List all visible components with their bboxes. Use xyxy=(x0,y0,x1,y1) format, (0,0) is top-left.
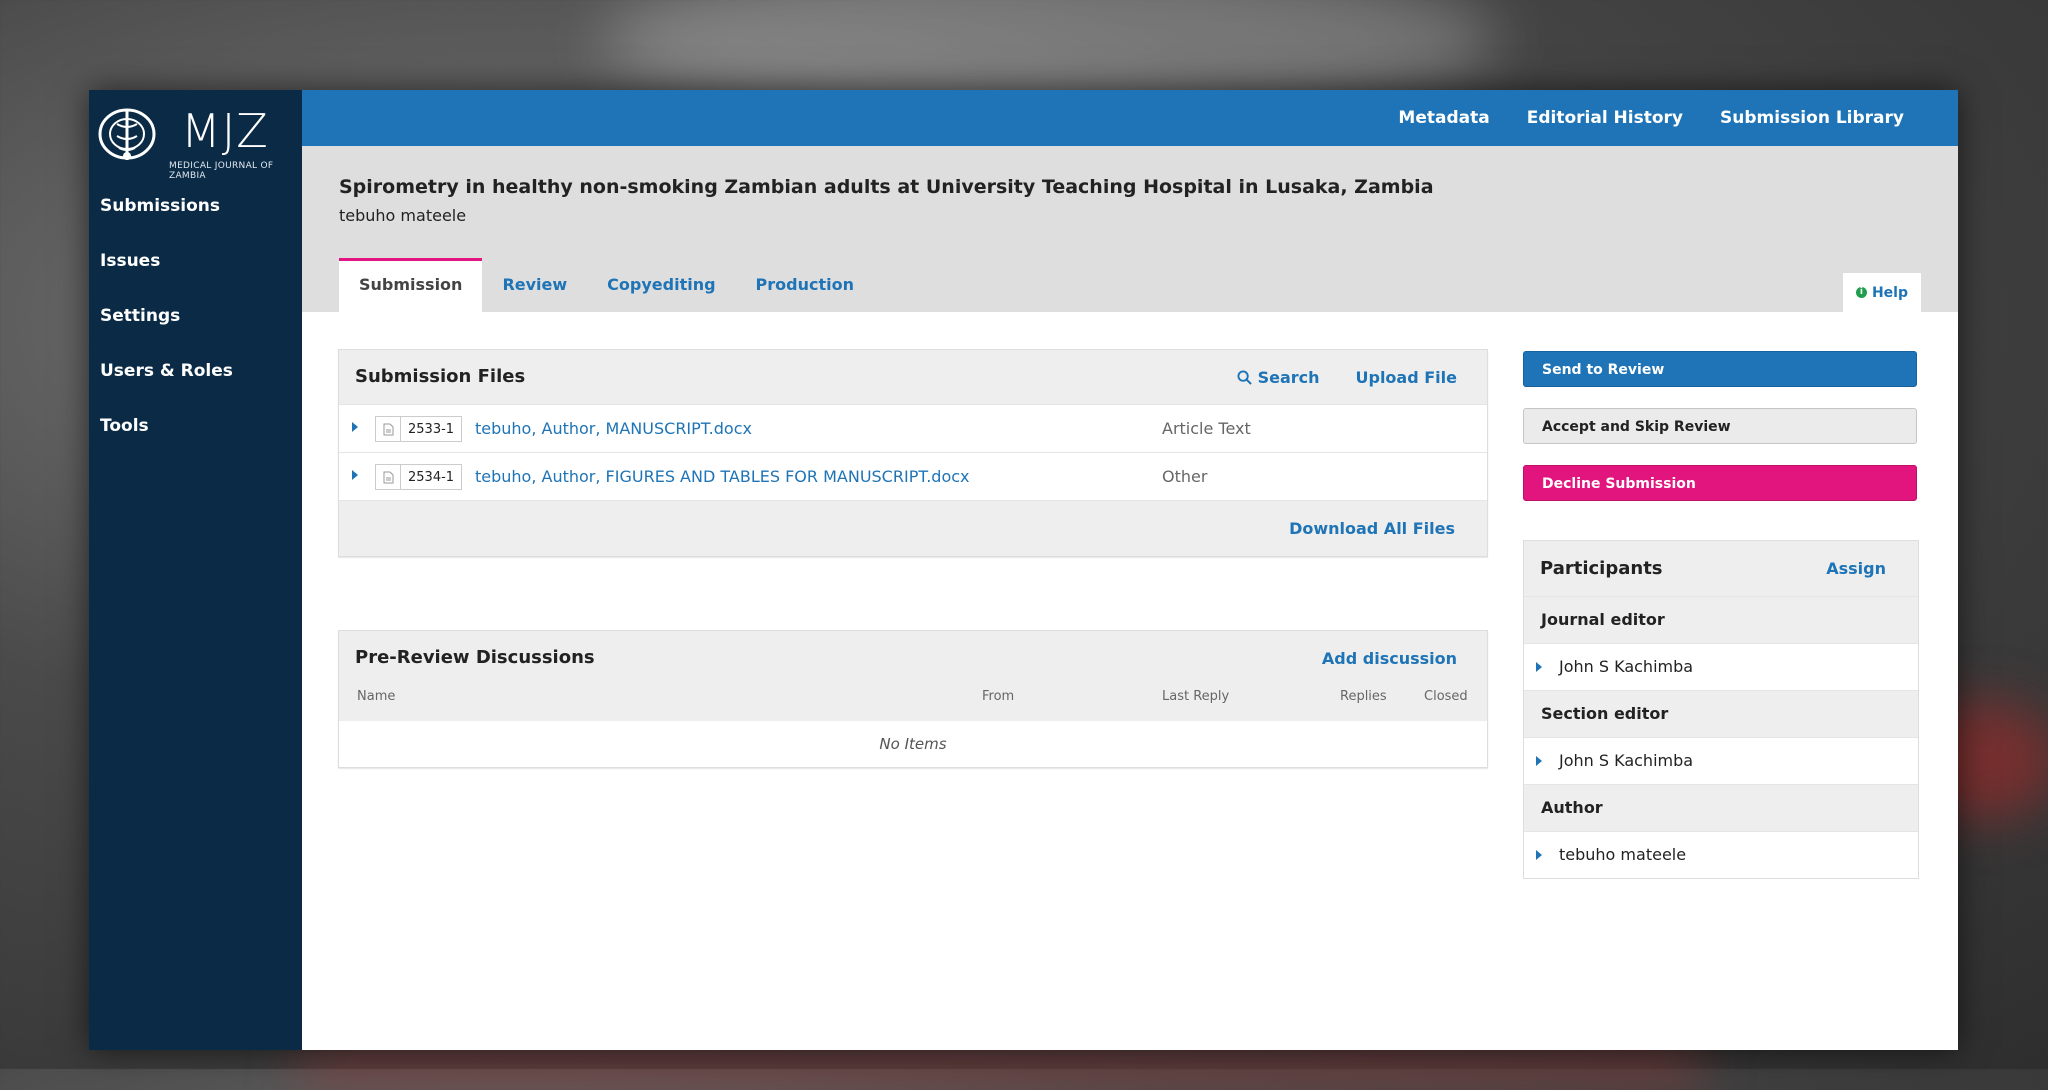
submission-author: tebuho mateele xyxy=(339,206,467,225)
column-header-replies: Replies xyxy=(1340,689,1387,704)
workflow-tabs: Submission Review Copyediting Production xyxy=(339,258,874,312)
panel-footer: Download All Files xyxy=(339,500,1487,556)
column-header-name: Name xyxy=(357,689,396,704)
participants-panel: Participants Assign Journal editor John … xyxy=(1523,540,1919,879)
journal-logo[interactable]: MJZ MEDICAL JOURNAL OF ZAMBIA xyxy=(91,100,301,181)
metadata-link[interactable]: Metadata xyxy=(1398,108,1489,128)
panel-header: Submission Files Search Upload File xyxy=(339,350,1487,404)
column-header-last-reply: Last Reply xyxy=(1162,689,1230,704)
file-name-link[interactable]: tebuho, Author, FIGURES AND TABLES FOR M… xyxy=(475,453,970,500)
expand-caret-icon[interactable] xyxy=(1536,756,1542,766)
brand-name: MJZ xyxy=(181,104,269,158)
tab-submission[interactable]: Submission xyxy=(339,258,483,312)
participants-title: Participants xyxy=(1540,558,1663,579)
editorial-history-link[interactable]: Editorial History xyxy=(1527,108,1683,128)
app-window: MJZ MEDICAL JOURNAL OF ZAMBIA Submission… xyxy=(89,90,1958,1050)
pre-review-discussions-panel: Pre-Review Discussions Add discussion Na… xyxy=(338,630,1488,768)
sidebar-item-settings[interactable]: Settings xyxy=(89,302,302,357)
panel-actions: Search Upload File xyxy=(1237,350,1457,404)
search-files-button[interactable]: Search xyxy=(1237,368,1320,387)
file-id-badge: 2534-1 xyxy=(375,464,463,490)
file-type: Other xyxy=(1162,467,1208,486)
submission-library-link[interactable]: Submission Library xyxy=(1720,108,1904,128)
sidebar-item-tools[interactable]: Tools xyxy=(89,412,302,467)
empty-state: No Items xyxy=(879,735,947,753)
search-icon xyxy=(1237,369,1252,385)
sidebar-nav: Submissions Issues Settings Users & Role… xyxy=(89,192,302,467)
participants-header: Participants Assign xyxy=(1524,541,1918,596)
sidebar-item-submissions[interactable]: Submissions xyxy=(89,192,302,247)
tab-production[interactable]: Production xyxy=(736,258,874,312)
participant-item[interactable]: John S Kachimba xyxy=(1524,737,1918,784)
submission-header: Spirometry in healthy non-smoking Zambia… xyxy=(302,146,1958,312)
file-type: Article Text xyxy=(1162,419,1251,438)
panel-actions: Add discussion xyxy=(1322,631,1457,685)
submission-title: Spirometry in healthy non-smoking Zambia… xyxy=(339,176,1434,198)
panel-header: Pre-Review Discussions Add discussion xyxy=(339,631,1487,685)
brand-subtitle: MEDICAL JOURNAL OF ZAMBIA xyxy=(169,161,274,181)
caduceus-logo-icon xyxy=(98,108,156,160)
participant-name: John S Kachimba xyxy=(1559,657,1694,676)
expand-caret-icon[interactable] xyxy=(352,422,358,432)
participant-name: tebuho mateele xyxy=(1559,845,1687,864)
upload-file-button[interactable]: Upload File xyxy=(1356,368,1458,387)
tab-review[interactable]: Review xyxy=(482,258,587,312)
decline-submission-button[interactable]: Decline Submission xyxy=(1523,465,1917,501)
info-icon: i xyxy=(1855,287,1867,298)
assign-participant-button[interactable]: Assign xyxy=(1826,541,1886,596)
sidebar-item-issues[interactable]: Issues xyxy=(89,247,302,302)
file-row: 2533-1 tebuho, Author, MANUSCRIPT.docx A… xyxy=(339,404,1487,452)
table-header: Name From Last Reply Replies Closed xyxy=(339,685,1487,721)
expand-caret-icon[interactable] xyxy=(1536,850,1542,860)
send-to-review-button[interactable]: Send to Review xyxy=(1523,351,1917,387)
participant-item[interactable]: John S Kachimba xyxy=(1524,643,1918,690)
file-id: 2533-1 xyxy=(408,421,455,437)
participant-name: John S Kachimba xyxy=(1559,751,1694,770)
accept-skip-review-button[interactable]: Accept and Skip Review xyxy=(1523,408,1917,444)
panel-title: Pre-Review Discussions xyxy=(355,647,595,668)
help-label: Help xyxy=(1871,284,1909,301)
search-label: Search xyxy=(1257,367,1320,387)
panel-title: Submission Files xyxy=(355,366,526,387)
sidebar-item-users-roles[interactable]: Users & Roles xyxy=(89,357,302,412)
participant-item[interactable]: tebuho mateele xyxy=(1524,831,1918,878)
header-links: Metadata Editorial History Submission Li… xyxy=(1398,90,1904,146)
role-author: Author xyxy=(1524,784,1918,831)
expand-caret-icon[interactable] xyxy=(352,470,358,480)
top-header: Metadata Editorial History Submission Li… xyxy=(302,90,1958,146)
file-name-link[interactable]: tebuho, Author, MANUSCRIPT.docx xyxy=(475,405,752,452)
sidebar: MJZ MEDICAL JOURNAL OF ZAMBIA Submission… xyxy=(89,90,302,1050)
download-all-files-button[interactable]: Download All Files xyxy=(1289,501,1455,556)
file-row: 2534-1 tebuho, Author, FIGURES AND TABLE… xyxy=(339,452,1487,500)
column-header-from: From xyxy=(982,689,1015,704)
document-icon xyxy=(376,465,401,489)
file-id-badge: 2533-1 xyxy=(375,416,463,442)
submission-files-panel: Submission Files Search Upload File 2533… xyxy=(338,349,1488,557)
add-discussion-button[interactable]: Add discussion xyxy=(1322,649,1457,668)
column-header-closed: Closed xyxy=(1424,689,1468,704)
tab-copyediting[interactable]: Copyediting xyxy=(587,258,735,312)
file-id: 2534-1 xyxy=(408,469,455,485)
role-section-editor: Section editor xyxy=(1524,690,1918,737)
role-journal-editor: Journal editor xyxy=(1524,596,1918,643)
help-button[interactable]: i Help xyxy=(1843,273,1921,312)
document-icon xyxy=(376,417,401,441)
expand-caret-icon[interactable] xyxy=(1536,662,1542,672)
